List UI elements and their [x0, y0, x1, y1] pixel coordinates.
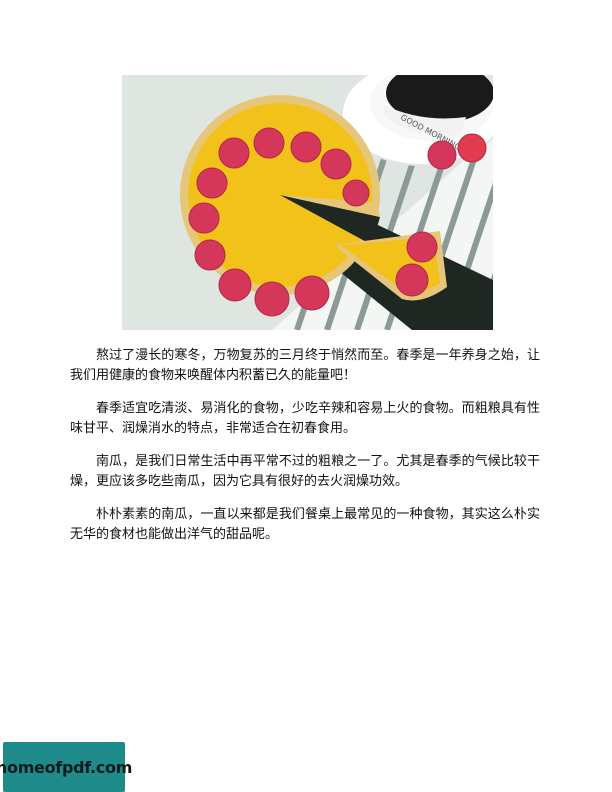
pdf-page: GOOD MORNING 熬过了漫长的寒冬，万物复苏的三月终于悄然而至。春季是一… — [0, 0, 612, 792]
paragraph-dessert: 朴朴素素的南瓜，一直以来都是我们餐桌上最常见的一种食物，其实这么朴实无华的食材也… — [70, 507, 540, 542]
tart-illustration: GOOD MORNING — [122, 75, 493, 330]
paragraph-spring-diet: 春季适宜吃清淡、易消化的食物，少吃辛辣和容易上火的食物。而粗粮具有性味甘平、润燥… — [70, 401, 540, 436]
paragraph-pumpkin: 南瓜，是我们日常生活中再平常不过的粗粮之一了。尤其是春季的气候比较干燥，更应该多… — [70, 454, 540, 489]
article-body: 熬过了漫长的寒冬，万物复苏的三月终于悄然而至。春季是一年养身之始，让我们用健康的… — [70, 346, 540, 558]
site-watermark[interactable]: homeofpdf.com — [0, 742, 132, 792]
pumpkin-tart-photo: GOOD MORNING — [122, 75, 493, 330]
paragraph-intro: 熬过了漫长的寒冬，万物复苏的三月终于悄然而至。春季是一年养身之始，让我们用健康的… — [70, 348, 540, 383]
watermark-text: homeofpdf.com — [0, 757, 133, 777]
